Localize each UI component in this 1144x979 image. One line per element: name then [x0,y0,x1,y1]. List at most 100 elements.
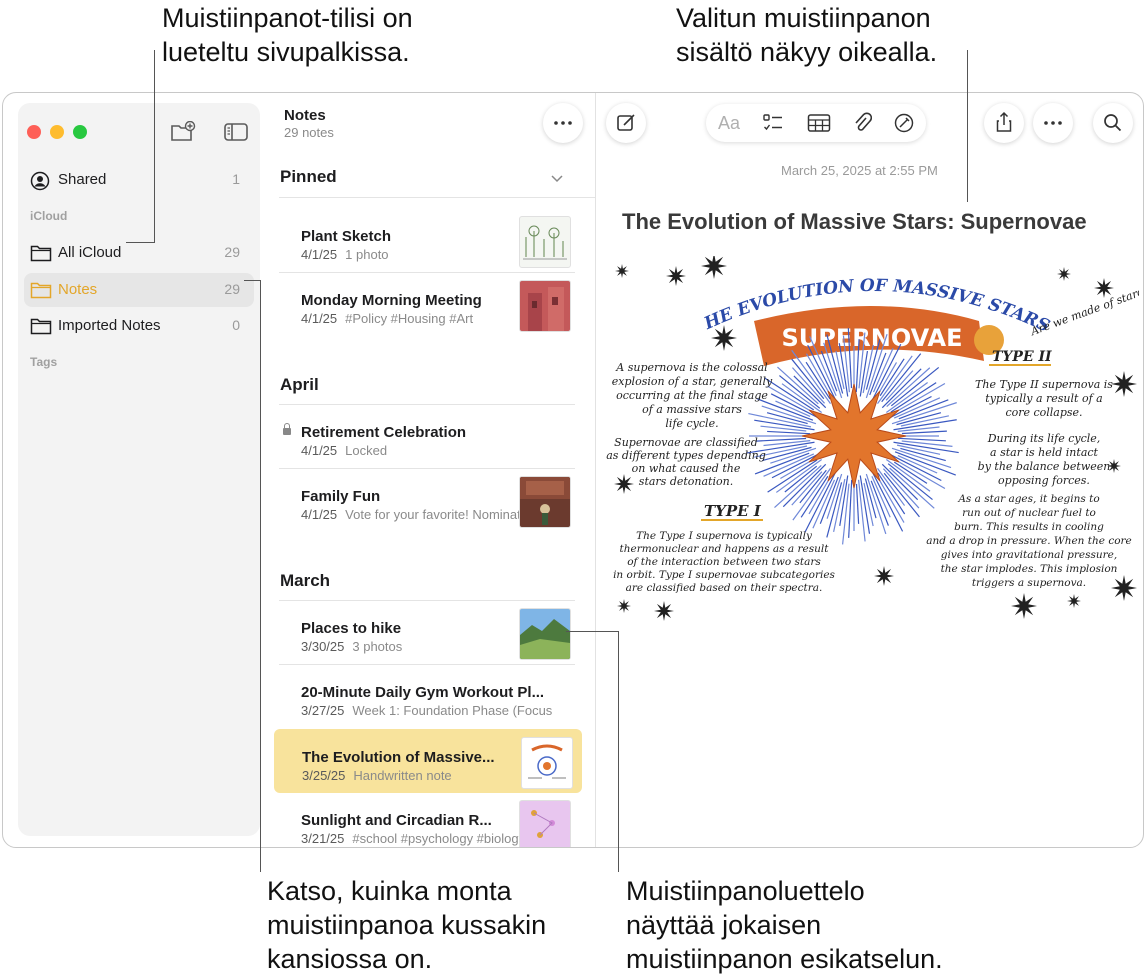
note-meta: 4/1/25 Vote for your favorite! Nominate [301,507,523,522]
handwritten-line: life cycle. [665,417,718,430]
sidebar-item-label: Shared [58,171,107,188]
leader-line-sidebar [154,50,155,242]
table-icon[interactable] [807,113,831,133]
sidebar-item-notes[interactable]: Notes 29 [24,273,254,307]
notes-list: Notes 29 notes Pinned Plant Sketch 4/1/2… [263,93,596,847]
handwritten-line: triggers a supernova. [972,577,1086,589]
note-meta: 3/30/25 3 photos [301,639,523,654]
note-title-heading[interactable]: The Evolution of Massive Stars: Supernov… [622,209,1087,235]
note-meta: 4/1/25 #Policy #Housing #Art [301,311,523,326]
leader-line-list-h [566,631,618,632]
note-meta: 3/25/25 Handwritten note [302,768,524,783]
note-preview: Locked [345,443,388,458]
note-title: Family Fun [301,488,381,505]
handwritten-line: stars detonation. [639,475,733,488]
handwritten-line: as different types depending [606,449,766,462]
paperclip-icon[interactable] [852,112,872,134]
note-title: Retirement Celebration [301,424,467,441]
ellipsis-icon [554,121,572,125]
note-row-places-to-hike[interactable]: Places to hike 3/30/25 3 photos [279,600,575,664]
lock-icon [283,423,291,435]
note-date: 4/1/25 [301,507,338,522]
leader-line-counts [260,280,261,872]
minimize-window-button[interactable] [50,125,64,139]
handwritten-line: a star is held intact [990,446,1098,459]
note-thumbnail [519,280,571,332]
note-meta: 4/1/25 1 photo [301,247,523,262]
note-row-monday-meeting[interactable]: Monday Morning Meeting 4/1/25 #Policy #Ho… [279,272,575,336]
note-thumbnail [519,608,571,660]
person-circle-icon [30,171,50,196]
divider [279,600,575,601]
type1-heading: TYPE I [704,502,762,520]
handwritten-line: in orbit. Type I supernovae subcategorie… [613,569,835,581]
handwritten-sketch[interactable]: THE EVOLUTION OF MASSIVE STARS: SUPERNOV… [604,256,1139,626]
list-more-button[interactable] [543,103,583,143]
new-folder-icon[interactable] [170,120,196,148]
markup-icon[interactable] [892,112,916,134]
note-title: Monday Morning Meeting [301,292,482,309]
share-icon [996,111,1012,132]
handwritten-line: gives into gravitational pressure, [941,549,1117,561]
handwritten-line: and a drop in pressure. When the core [926,535,1132,547]
folder-icon [30,281,52,304]
format-toolbar: Aa [706,104,926,142]
left-text-type1: The Type I supernova is typicallythermon… [613,530,835,594]
sidebar-item-shared[interactable]: Shared 1 [24,163,254,197]
handwritten-line: Supernovae are classified [614,436,758,449]
chevron-down-icon[interactable] [551,170,563,188]
note-row-gym-workout[interactable]: 20-Minute Daily Gym Workout Pl... 3/27/2… [279,664,575,728]
handwritten-line: of the interaction between two stars [627,556,821,568]
sidebar-item-label: Imported Notes [58,317,161,334]
sidebar-item-imported-notes[interactable]: Imported Notes 0 [24,309,254,343]
note-meta: 3/21/25 #school #psychology #biology [301,831,523,846]
left-text-intro: A supernova is the colossalexplosion of … [612,361,773,430]
ellipsis-icon [1044,121,1062,125]
search-button[interactable] [1093,103,1133,143]
handwritten-line: core collapse. [1005,406,1082,419]
handwritten-line: As a star ages, it begins to [957,493,1099,505]
handwritten-line: typically a result of a [985,392,1102,405]
leader-line-sidebar-h [126,242,155,243]
handwritten-line: of a massive stars [642,403,742,416]
handwritten-line: on what caused the [632,462,741,475]
checklist-icon[interactable] [762,112,784,134]
note-preview: 1 photo [345,247,389,262]
handwritten-line: opposing forces. [998,474,1090,487]
note-thumbnail [519,476,571,528]
right-text-lifecycle: During its life cycle,a star is held int… [978,432,1111,487]
format-text-button[interactable]: Aa [718,113,740,134]
handwritten-line: occurring at the final stage [616,389,768,402]
close-window-button[interactable] [27,125,41,139]
handwritten-line: by the balance between [978,460,1111,473]
note-row-retirement[interactable]: Retirement Celebration 4/1/25 Locked [279,404,575,468]
note-date: 4/1/25 [301,443,338,458]
handwritten-line: The Type II supernova is [975,378,1113,391]
note-preview: #school #psychology #biology [352,831,523,846]
note-title: 20-Minute Daily Gym Workout Pl... [301,684,545,701]
folder-icon [30,317,52,340]
note-row-evolution-selected[interactable]: The Evolution of Massive... 3/25/25 Handw… [274,729,582,793]
sidebar-item-count: 1 [232,171,240,187]
new-note-button[interactable] [606,103,646,143]
note-row-sunlight[interactable]: Sunlight and Circadian R... 3/21/25 #scho… [279,792,575,847]
note-meta: 4/1/25 Locked [301,443,523,458]
zoom-window-button[interactable] [73,125,87,139]
note-date: 4/1/25 [301,311,338,326]
note-preview: Vote for your favorite! Nominate [345,507,523,522]
note-timestamp: March 25, 2025 at 2:55 PM [781,163,938,178]
sidebar-section-tags: Tags [30,355,58,369]
share-button[interactable] [984,103,1024,143]
note-row-plant-sketch[interactable]: Plant Sketch 4/1/25 1 photo [279,208,575,272]
editor-more-button[interactable] [1033,103,1073,143]
note-row-family-fun[interactable]: Family Fun 4/1/25 Vote for your favorite!… [279,468,575,532]
sidebar-toggle-icon[interactable] [224,123,248,146]
sidebar-item-label: All iCloud [58,244,122,261]
sidebar-item-count: 0 [232,317,240,333]
handwritten-line: are classified based on their spectra. [626,582,823,594]
divider [279,272,575,273]
divider [279,197,595,198]
leader-line-counts-h [244,280,260,281]
callout-sidebar: Muistiinpanot-tilisi on lueteltu sivupal… [162,3,413,67]
divider [279,664,575,665]
